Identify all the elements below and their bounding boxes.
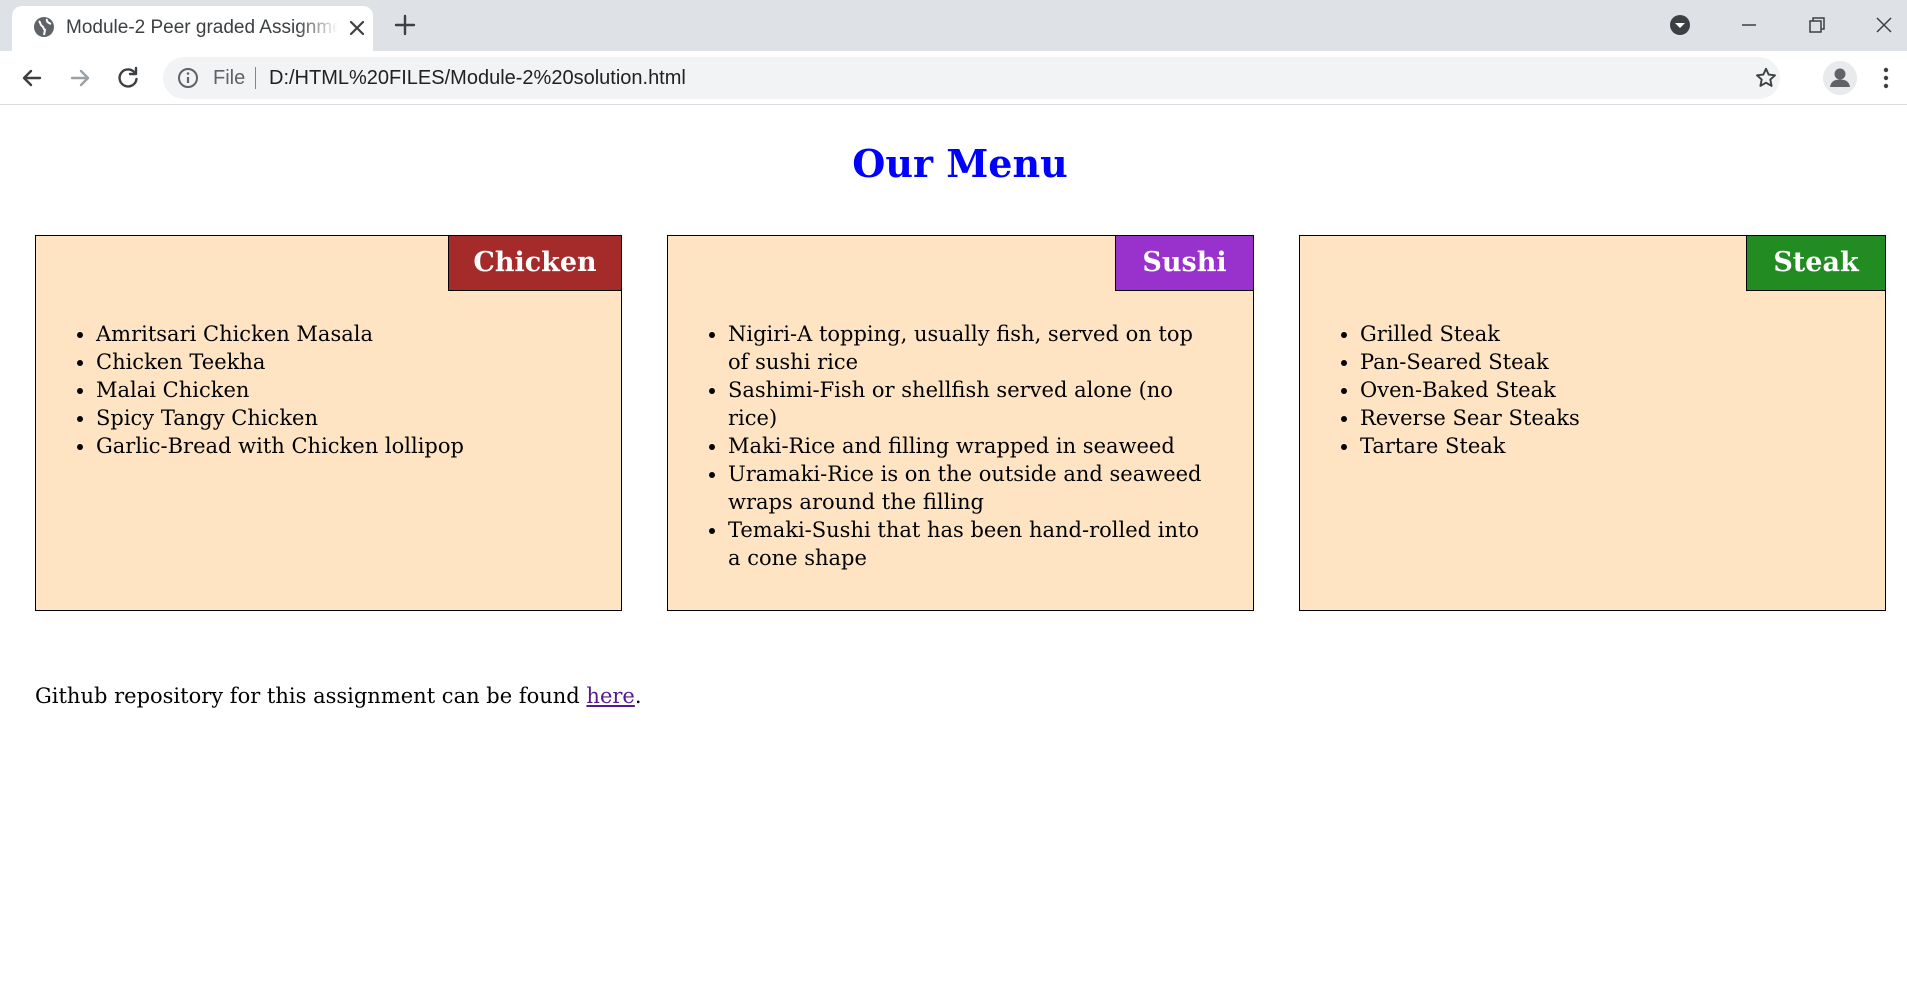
menu-section-sushi: Sushi Nigiri-A topping, usually fish, se… (667, 235, 1254, 611)
page-title: Our Menu (852, 141, 1068, 186)
menu-section-chicken: Chicken Amritsari Chicken Masala Chicken… (35, 235, 622, 611)
section-label-sushi: Sushi (1115, 235, 1254, 291)
scheme-label: File (213, 67, 246, 89)
list-item: Uramaki-Rice is on the outside and seawe… (728, 460, 1208, 516)
list-item: Grilled Steak (1360, 320, 1860, 348)
list-item: Spicy Tangy Chicken (96, 404, 596, 432)
browser-toolbar: File D:/HTML%20FILES/Module-2%20solution… (0, 51, 1907, 105)
arrow-right-icon[interactable] (66, 64, 94, 92)
page-content: Our Menu Chicken Amritsari Chicken Masal… (0, 106, 1907, 1004)
list-item: Oven-Baked Steak (1360, 376, 1860, 404)
minimize-icon[interactable] (1734, 10, 1764, 40)
avatar-icon[interactable] (1823, 61, 1857, 95)
star-icon[interactable] (1754, 66, 1778, 90)
section-label-steak: Steak (1746, 235, 1886, 291)
list-item: Garlic-Bread with Chicken lollipop (96, 432, 596, 460)
url-text[interactable]: D:/HTML%20FILES/Module-2%20solution.html (269, 63, 686, 93)
list-item: Nigiri-A topping, usually fish, served o… (728, 320, 1208, 376)
list-item: Tartare Steak (1360, 432, 1860, 460)
chicken-items-list: Amritsari Chicken Masala Chicken Teekha … (36, 320, 596, 460)
list-item: Chicken Teekha (96, 348, 596, 376)
list-item: Maki-Rice and filling wrapped in seaweed (728, 432, 1208, 460)
github-repo-link[interactable]: here (586, 684, 634, 708)
info-icon[interactable] (177, 67, 199, 89)
address-bar[interactable]: File D:/HTML%20FILES/Module-2%20solution… (163, 57, 1780, 99)
close-icon[interactable] (1869, 10, 1899, 40)
footer-text: Github repository for this assignment ca… (35, 684, 587, 708)
list-item: Malai Chicken (96, 376, 596, 404)
footer-period: . (634, 684, 642, 708)
browser-tab[interactable]: Module-2 Peer graded Assignment (12, 6, 373, 51)
omnibox-divider (255, 67, 256, 89)
tab-title: Module-2 Peer graded Assignment (66, 17, 338, 38)
reload-icon[interactable] (114, 64, 142, 92)
list-item: Temaki-Sushi that has been hand-rolled i… (728, 516, 1208, 572)
more-vertical-icon[interactable] (1874, 64, 1898, 92)
steak-items-list: Grilled Steak Pan-Seared Steak Oven-Bake… (1300, 320, 1860, 460)
list-item: Reverse Sear Steaks (1360, 404, 1860, 432)
sushi-items-list: Nigiri-A topping, usually fish, served o… (668, 320, 1208, 572)
list-item: Pan-Seared Steak (1360, 348, 1860, 376)
profile-dropdown-icon[interactable] (1665, 10, 1695, 40)
section-label-chicken: Chicken (448, 235, 622, 291)
person-icon (1830, 68, 1850, 87)
list-item: Amritsari Chicken Masala (96, 320, 596, 348)
footer-note: Github repository for this assignment ca… (35, 680, 642, 712)
list-item: Sashimi-Fish or shellfish served alone (… (728, 376, 1208, 432)
plus-icon[interactable] (392, 12, 418, 38)
menu-section-steak: Steak Grilled Steak Pan-Seared Steak Ove… (1299, 235, 1886, 611)
close-icon[interactable] (346, 17, 368, 39)
globe-icon (34, 17, 54, 37)
tab-strip: Module-2 Peer graded Assignment (0, 0, 1907, 51)
restore-icon[interactable] (1802, 10, 1832, 40)
arrow-left-icon[interactable] (18, 64, 46, 92)
